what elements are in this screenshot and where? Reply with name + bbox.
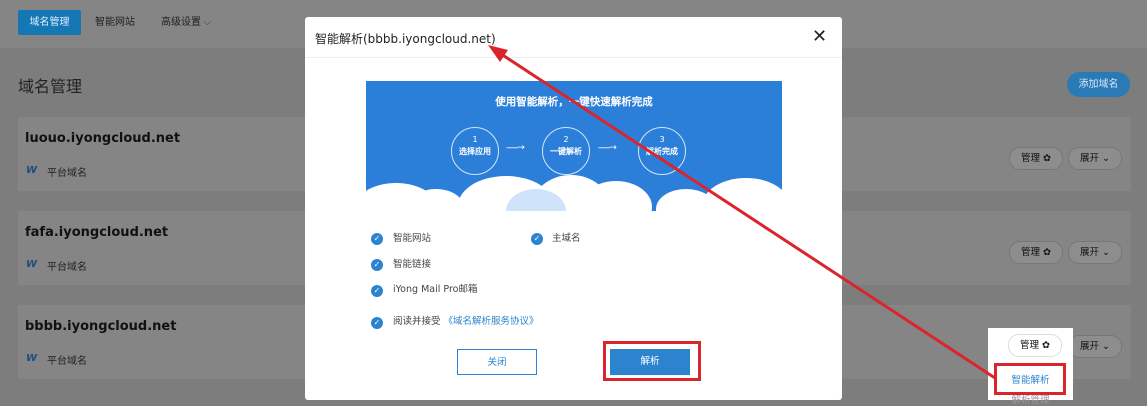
banner: 使用智能解析，一键快速解析完成 1 选择应用 -----→ 2 一键解析 ---…	[366, 81, 782, 211]
page-title: 域名管理	[18, 77, 83, 96]
manage-button[interactable]: 管理 ✿	[1008, 334, 1062, 357]
close-button[interactable]: 关闭	[457, 349, 537, 375]
platform-icon: W	[26, 259, 38, 270]
tab-advanced-settings[interactable]: 高级设置 ⌵	[161, 10, 211, 35]
gear-icon: ✿	[1043, 247, 1051, 258]
option-smart-link: 智能链接	[393, 259, 432, 270]
domain-name: bbbb.iyongcloud.net	[25, 319, 177, 334]
modal-title: 智能解析(bbbb.iyongcloud.net)	[315, 32, 496, 46]
agreement-prefix: 阅读并接受	[393, 316, 441, 327]
expand-button[interactable]: 展开 ⌄	[1068, 241, 1122, 264]
expand-label: 展开	[1079, 153, 1099, 164]
platform-icon: W	[26, 353, 38, 364]
add-domain-button[interactable]: 添加域名	[1067, 72, 1130, 97]
agreement-link[interactable]: 《域名解析服务协议》	[444, 316, 539, 327]
checked-icon[interactable]: ✓	[531, 233, 543, 245]
manage-label: 管理	[1020, 247, 1040, 258]
highlight-box	[603, 341, 701, 381]
domain-type: 平台域名	[47, 262, 87, 273]
expand-label: 展开	[1079, 247, 1099, 258]
tab-smart-website[interactable]: 智能网站	[95, 10, 135, 35]
option-main-domain: 主域名	[552, 233, 581, 244]
chevron-down-icon: ⌵	[204, 18, 211, 28]
gear-icon: ✿	[1042, 340, 1050, 351]
cloud-illustration	[366, 175, 782, 211]
checked-icon[interactable]: ✓	[371, 285, 383, 297]
gear-icon: ✿	[1043, 153, 1051, 164]
manage-button[interactable]: 管理 ✿	[1009, 241, 1063, 264]
chevron-down-icon: ⌄	[1102, 341, 1110, 352]
agreement-text: 阅读并接受 《域名解析服务协议》	[393, 315, 539, 329]
expand-button[interactable]: 展开 ⌄	[1068, 335, 1122, 358]
option-smart-site: 智能网站	[393, 233, 432, 244]
tab-advanced-label: 高级设置	[161, 17, 201, 28]
expand-label: 展开	[1079, 341, 1099, 352]
domain-type: 平台域名	[47, 168, 87, 179]
checked-icon[interactable]: ✓	[371, 233, 383, 245]
domain-name: luouo.iyongcloud.net	[25, 131, 181, 146]
domain-name: fafa.iyongcloud.net	[25, 225, 169, 240]
smart-dns-modal: 智能解析(bbbb.iyongcloud.net) ✕ 使用智能解析，一键快速解…	[305, 17, 842, 400]
manage-label: 管理	[1019, 340, 1039, 351]
manage-button[interactable]: 管理 ✿	[1009, 147, 1063, 170]
option-mail: iYong Mail Pro邮箱	[393, 284, 478, 295]
highlight-box	[994, 363, 1066, 395]
modal-divider	[305, 57, 842, 58]
platform-icon: W	[26, 165, 38, 176]
chevron-down-icon: ⌄	[1102, 247, 1110, 258]
manage-label: 管理	[1020, 153, 1040, 164]
tab-domain-management[interactable]: 域名管理	[18, 10, 81, 35]
chevron-down-icon: ⌄	[1102, 153, 1110, 164]
close-icon[interactable]: ✕	[812, 26, 827, 47]
domain-type: 平台域名	[47, 356, 87, 367]
agreement-checkbox[interactable]: ✓	[371, 317, 383, 329]
expand-button[interactable]: 展开 ⌄	[1068, 147, 1122, 170]
checked-icon[interactable]: ✓	[371, 259, 383, 271]
